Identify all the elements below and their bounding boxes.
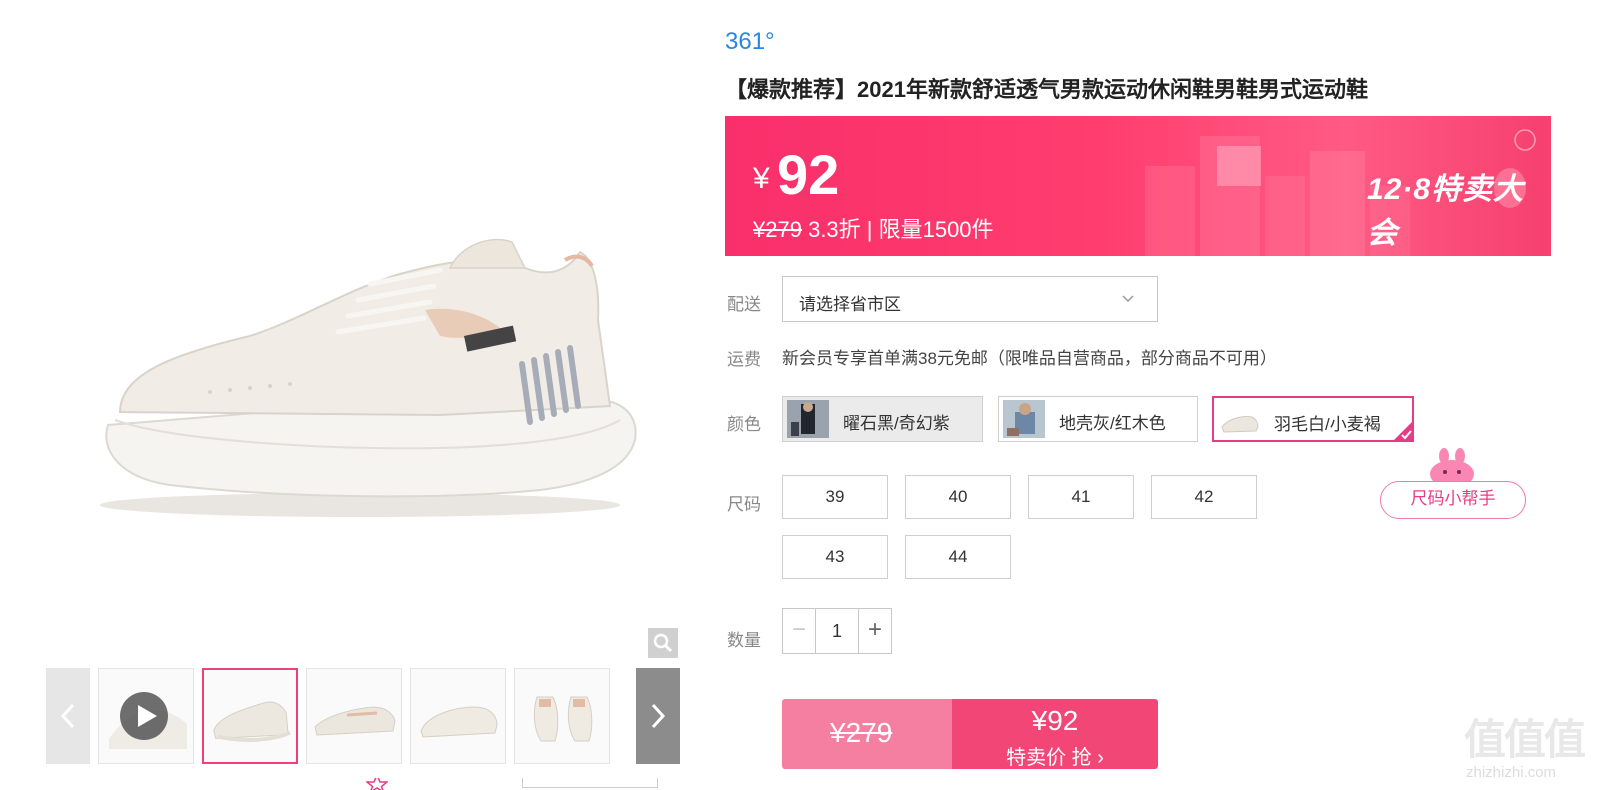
thumbnail-4[interactable]	[514, 668, 610, 764]
thumbnail-2[interactable]	[306, 668, 402, 764]
thumb-next-button[interactable]	[636, 668, 680, 764]
buy-original-price: ¥279	[830, 717, 893, 748]
buy-now-label: 特卖价 抢 ›	[1006, 747, 1104, 769]
size-option-44[interactable]: 44	[905, 535, 1011, 579]
watermark-logo: 值值值	[1464, 716, 1586, 763]
chevron-down-icon	[1121, 289, 1135, 314]
original-price: ¥279	[753, 217, 802, 242]
quantity-label: 数量	[727, 631, 761, 650]
color-option-label: 曜石黑/奇幻紫	[843, 414, 950, 433]
price-currency: ¥	[753, 162, 770, 195]
site-watermark: 值值值 zhizhizhi.com	[1460, 706, 1610, 790]
share-button[interactable]	[522, 778, 658, 788]
size-option-41[interactable]: 41	[1028, 475, 1134, 519]
quantity-value[interactable]: 1	[816, 609, 858, 653]
buy-sale-price: ¥92	[1031, 705, 1079, 736]
color-option-3[interactable]: 羽毛白/小麦褐	[1212, 396, 1414, 442]
selected-check-icon	[1392, 420, 1414, 442]
price-banner: ¥ 92 ¥279 3.3折 | 限量1500件 12·8特卖大会	[725, 116, 1551, 256]
quantity-stepper: − 1 +	[782, 608, 892, 654]
quantity-increase-button[interactable]: +	[858, 609, 891, 653]
size-label: 尺码	[727, 495, 761, 514]
thumbnail-strip	[46, 668, 680, 764]
size-helper-button[interactable]: 尺码小帮手	[1380, 481, 1526, 519]
watermark-domain: zhizhizhi.com	[1466, 764, 1557, 781]
play-icon	[132, 702, 160, 735]
price-sub-info: ¥279 3.3折 | 限量1500件	[753, 212, 994, 244]
shipping-label: 运费	[727, 350, 761, 369]
region-select[interactable]: 请选择省市区	[782, 276, 1158, 322]
gallery-footer-cutoff	[46, 778, 686, 790]
color-label: 颜色	[727, 415, 761, 434]
color-option-2[interactable]: 地壳灰/红木色	[998, 396, 1198, 442]
shipping-text: 新会员专享首单满38元免邮（限唯品自营商品，部分商品不可用）	[782, 349, 1277, 368]
promo-event-label: 12·8特卖大会	[1367, 173, 1525, 250]
favorite-icon[interactable]	[364, 778, 390, 790]
zoom-icon[interactable]	[648, 628, 678, 658]
size-option-42[interactable]: 42	[1151, 475, 1257, 519]
size-option-43[interactable]: 43	[782, 535, 888, 579]
color-swatch-image	[1221, 416, 1259, 433]
thumbnail-3[interactable]	[410, 668, 506, 764]
original-price-block: ¥279	[782, 699, 952, 769]
product-main-image[interactable]	[20, 20, 680, 640]
color-option-label: 地壳灰/红木色	[1059, 414, 1166, 433]
size-option-40[interactable]: 40	[905, 475, 1011, 519]
buy-button-group: ¥279 ¥92 特卖价 抢 ›	[782, 699, 1158, 769]
buy-now-button[interactable]: ¥92 特卖价 抢 ›	[952, 699, 1158, 769]
color-option-1[interactable]: 曜石黑/奇幻紫	[782, 396, 983, 442]
sale-price: 92	[777, 143, 840, 206]
color-option-label: 羽毛白/小麦褐	[1274, 415, 1381, 434]
thumb-prev-button[interactable]	[46, 668, 90, 764]
region-select-value: 请选择省市区	[799, 295, 901, 314]
thumbnail-video[interactable]	[98, 668, 194, 764]
quantity-decrease-button[interactable]: −	[783, 609, 816, 653]
color-swatch-image	[1003, 400, 1045, 438]
color-swatch-image	[787, 400, 829, 438]
size-option-39[interactable]: 39	[782, 475, 888, 519]
delivery-label: 配送	[727, 295, 761, 314]
brand-link[interactable]: 361°	[725, 28, 775, 56]
product-title: 【爆款推荐】2021年新款舒适透气男款运动休闲鞋男鞋男式运动鞋	[725, 77, 1368, 102]
thumbnail-1[interactable]	[202, 668, 298, 764]
discount-info: 3.3折 | 限量1500件	[808, 217, 994, 242]
